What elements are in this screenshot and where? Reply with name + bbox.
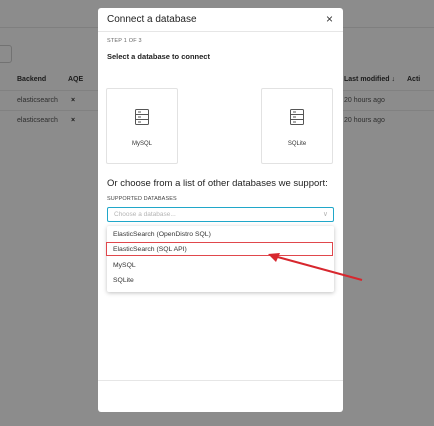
annotation-arrow-icon bbox=[268, 253, 363, 281]
select-placeholder: Choose a database... bbox=[114, 211, 176, 218]
option-label: MySQL bbox=[113, 262, 136, 269]
other-databases-heading: Or choose from a list of other databases… bbox=[107, 178, 328, 189]
modal-title: Connect a database bbox=[107, 14, 197, 25]
database-select[interactable]: Choose a database... ∨ bbox=[107, 207, 334, 222]
option-elasticsearch-opendistro[interactable]: ElasticSearch (OpenDistro SQL) bbox=[107, 228, 334, 242]
database-server-icon bbox=[135, 109, 149, 125]
supported-databases-label: SUPPORTED DATABASES bbox=[107, 196, 177, 202]
database-server-icon bbox=[290, 109, 304, 125]
option-label: SQLite bbox=[113, 277, 134, 284]
step-indicator: STEP 1 OF 3 bbox=[107, 38, 142, 44]
modal-subtitle: Select a database to connect bbox=[107, 52, 210, 61]
mysql-label: MySQL bbox=[131, 141, 152, 147]
close-icon[interactable]: × bbox=[326, 12, 333, 26]
modal-footer-divider bbox=[98, 380, 343, 381]
option-label: ElasticSearch (OpenDistro SQL) bbox=[113, 231, 211, 238]
sqlite-label: SQLite bbox=[287, 141, 307, 147]
chevron-down-icon: ∨ bbox=[322, 211, 328, 218]
connect-database-modal: Connect a database × STEP 1 OF 3 Select … bbox=[98, 8, 343, 412]
sqlite-card[interactable]: SQLite bbox=[261, 88, 333, 164]
modal-header: Connect a database × bbox=[98, 8, 343, 32]
option-label: ElasticSearch (SQL API) bbox=[113, 246, 187, 253]
mysql-card[interactable]: MySQL bbox=[106, 88, 178, 164]
